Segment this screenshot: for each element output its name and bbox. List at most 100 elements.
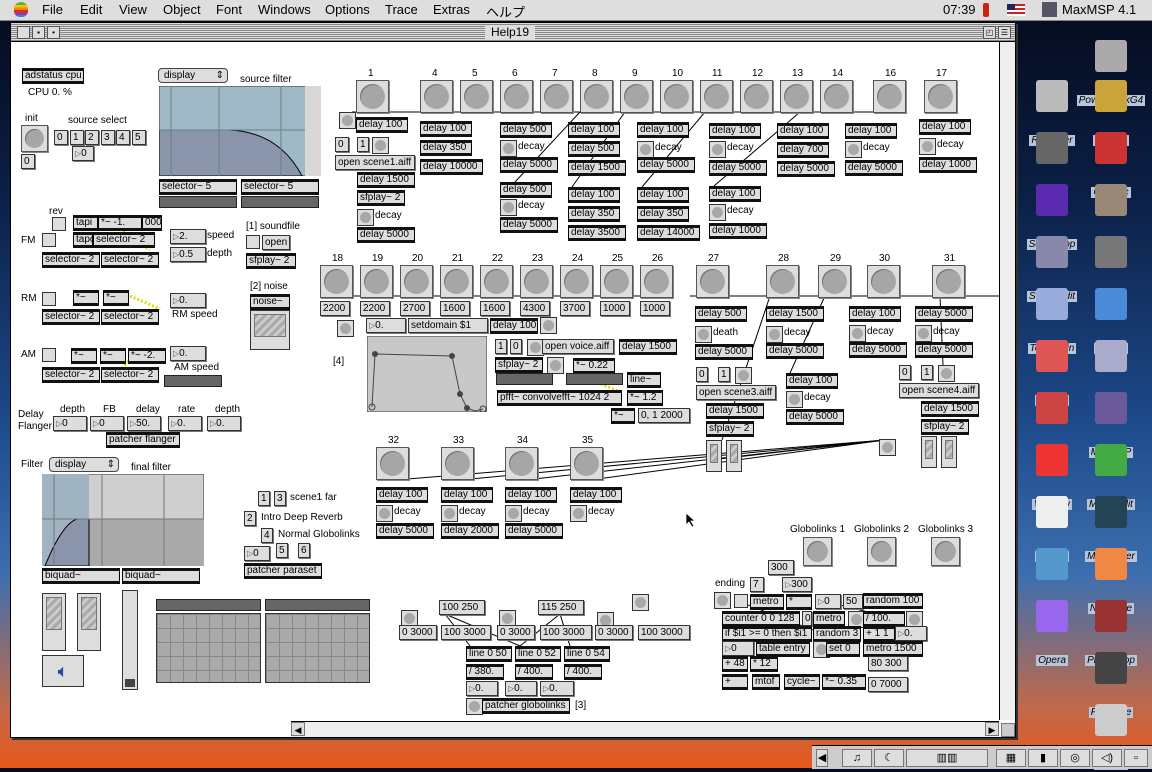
- object-box[interactable]: delay 5000: [500, 217, 558, 233]
- bang-button-large[interactable]: [620, 80, 653, 113]
- message-box[interactable]: 2: [244, 511, 256, 526]
- display-dropdown[interactable]: display: [158, 68, 228, 83]
- message-box[interactable]: setdomain $1: [408, 318, 488, 333]
- object-box[interactable]: set 0: [826, 641, 860, 657]
- bang-button[interactable]: [339, 112, 356, 129]
- object-box[interactable]: biquad~: [42, 568, 120, 584]
- bang-button-large[interactable]: [320, 265, 353, 298]
- bang-button[interactable]: [466, 698, 483, 715]
- object-box[interactable]: cycle~: [784, 674, 820, 690]
- object-box[interactable]: delay 100: [441, 487, 493, 503]
- object-box[interactable]: delay 100: [420, 121, 472, 137]
- object-box[interactable]: delay 1500: [706, 403, 764, 419]
- object-box[interactable]: delay 350: [568, 206, 620, 222]
- message-box[interactable]: 4: [261, 528, 273, 543]
- message-box[interactable]: open voice.aiff: [542, 339, 614, 354]
- matrix-control[interactable]: [265, 613, 370, 683]
- object-box[interactable]: metro 1500: [863, 641, 923, 657]
- object-box[interactable]: *~ 0.22: [573, 358, 615, 374]
- message-box[interactable]: 0, 1 2000: [638, 408, 690, 423]
- desktop-item-graphic[interactable]: Graphic: [1063, 132, 1152, 198]
- message-box[interactable]: 0 3000: [497, 625, 535, 640]
- bang-button-large[interactable]: [818, 265, 851, 298]
- object-box[interactable]: delay 350: [420, 140, 472, 156]
- number-box[interactable]: 0.: [505, 681, 537, 696]
- message-box[interactable]: 0: [335, 137, 349, 152]
- bang-button-large[interactable]: [820, 80, 853, 113]
- bang-button-large[interactable]: [570, 447, 603, 480]
- object-box[interactable]: selector~ 2: [42, 252, 100, 268]
- object-box[interactable]: +: [722, 674, 748, 690]
- object-box[interactable]: tapi: [73, 215, 98, 231]
- gain-slider[interactable]: [706, 440, 722, 472]
- message-box[interactable]: 50: [843, 594, 863, 609]
- message-box[interactable]: 80 300: [868, 656, 908, 671]
- message-box[interactable]: 0: [510, 339, 522, 354]
- object-box[interactable]: delay 100: [849, 306, 901, 322]
- bang-button-large[interactable]: [376, 447, 409, 480]
- toggle[interactable]: [42, 292, 56, 306]
- bang-button[interactable]: [505, 505, 522, 522]
- object-box[interactable]: counter 0 0 128: [722, 611, 800, 627]
- gain-slider[interactable]: [77, 593, 101, 651]
- object-box[interactable]: selector~ 2: [101, 367, 159, 383]
- message-box[interactable]: 1: [495, 339, 507, 354]
- number-box[interactable]: 50.: [127, 416, 161, 431]
- object-box[interactable]: line 0 52: [515, 646, 561, 662]
- object-box[interactable]: delay 5000: [766, 343, 824, 359]
- bang-button[interactable]: [357, 209, 374, 226]
- object-box[interactable]: delay 100: [845, 123, 897, 139]
- bang-button-large[interactable]: [505, 447, 538, 480]
- bang-button[interactable]: [735, 367, 752, 384]
- number-box[interactable]: 300: [782, 577, 812, 592]
- bang-button[interactable]: [786, 391, 803, 408]
- message-box[interactable]: 100 3000: [638, 625, 690, 640]
- toggle[interactable]: [246, 235, 260, 249]
- number-box[interactable]: 0.: [207, 416, 241, 431]
- bang-button[interactable]: [372, 137, 389, 154]
- number-box[interactable]: 0: [53, 416, 87, 431]
- bang-button-large[interactable]: [600, 265, 633, 298]
- object-box[interactable]: random 100: [863, 593, 923, 609]
- bang-button-large[interactable]: [640, 265, 673, 298]
- bang-button[interactable]: [376, 505, 393, 522]
- message-box[interactable]: open scene1.aiff: [335, 155, 415, 170]
- object-box[interactable]: delay 100: [637, 122, 689, 138]
- message-box[interactable]: 100 250: [439, 600, 485, 615]
- desktop-item-photoshop[interactable]: Photoshop: [1063, 600, 1152, 666]
- strip-end-icon[interactable]: ▫: [1124, 749, 1148, 767]
- object-box[interactable]: delay 1000: [919, 157, 977, 173]
- object-box[interactable]: delay 100: [709, 123, 761, 139]
- message-box[interactable]: 3700: [560, 301, 590, 316]
- object-box[interactable]: delay 5000: [376, 523, 434, 539]
- object-box[interactable]: delay 5000: [500, 157, 558, 173]
- message-box[interactable]: 0 7000: [868, 677, 908, 692]
- object-box[interactable]: delay 500: [568, 141, 620, 157]
- bang-button-large[interactable]: [500, 80, 533, 113]
- message-box[interactable]: 6: [298, 543, 310, 558]
- speaker-icon[interactable]: 🔈︎: [42, 655, 84, 687]
- message-box[interactable]: 0: [899, 365, 911, 380]
- bang-button[interactable]: [919, 138, 936, 155]
- bang-button[interactable]: [714, 592, 731, 609]
- bang-button-large[interactable]: [360, 265, 393, 298]
- object-box[interactable]: biquad~: [122, 568, 200, 584]
- message-box[interactable]: 100 3000: [540, 625, 592, 640]
- desktop-item-premiere[interactable]: Premiere: [1063, 652, 1152, 718]
- object-box[interactable]: *~: [611, 408, 635, 424]
- desktop-item-jedit[interactable]: Jedit: [1063, 340, 1152, 406]
- bang-button-large[interactable]: [803, 537, 832, 566]
- bang-button-large[interactable]: [924, 80, 957, 113]
- bang-button-large[interactable]: [696, 265, 729, 298]
- object-box[interactable]: selector~ 2: [101, 309, 159, 325]
- bang-button[interactable]: [709, 204, 726, 221]
- object-box[interactable]: delay 100: [570, 487, 622, 503]
- object-box[interactable]: 000: [142, 215, 162, 231]
- message-box[interactable]: 3: [274, 491, 286, 506]
- message-box[interactable]: 5: [276, 543, 288, 558]
- object-box[interactable]: delay 100: [709, 186, 761, 202]
- toggle[interactable]: [734, 594, 748, 608]
- object-box[interactable]: delay 5000: [915, 306, 973, 322]
- object-box[interactable]: delay 350: [637, 206, 689, 222]
- bang-button-large[interactable]: [580, 80, 613, 113]
